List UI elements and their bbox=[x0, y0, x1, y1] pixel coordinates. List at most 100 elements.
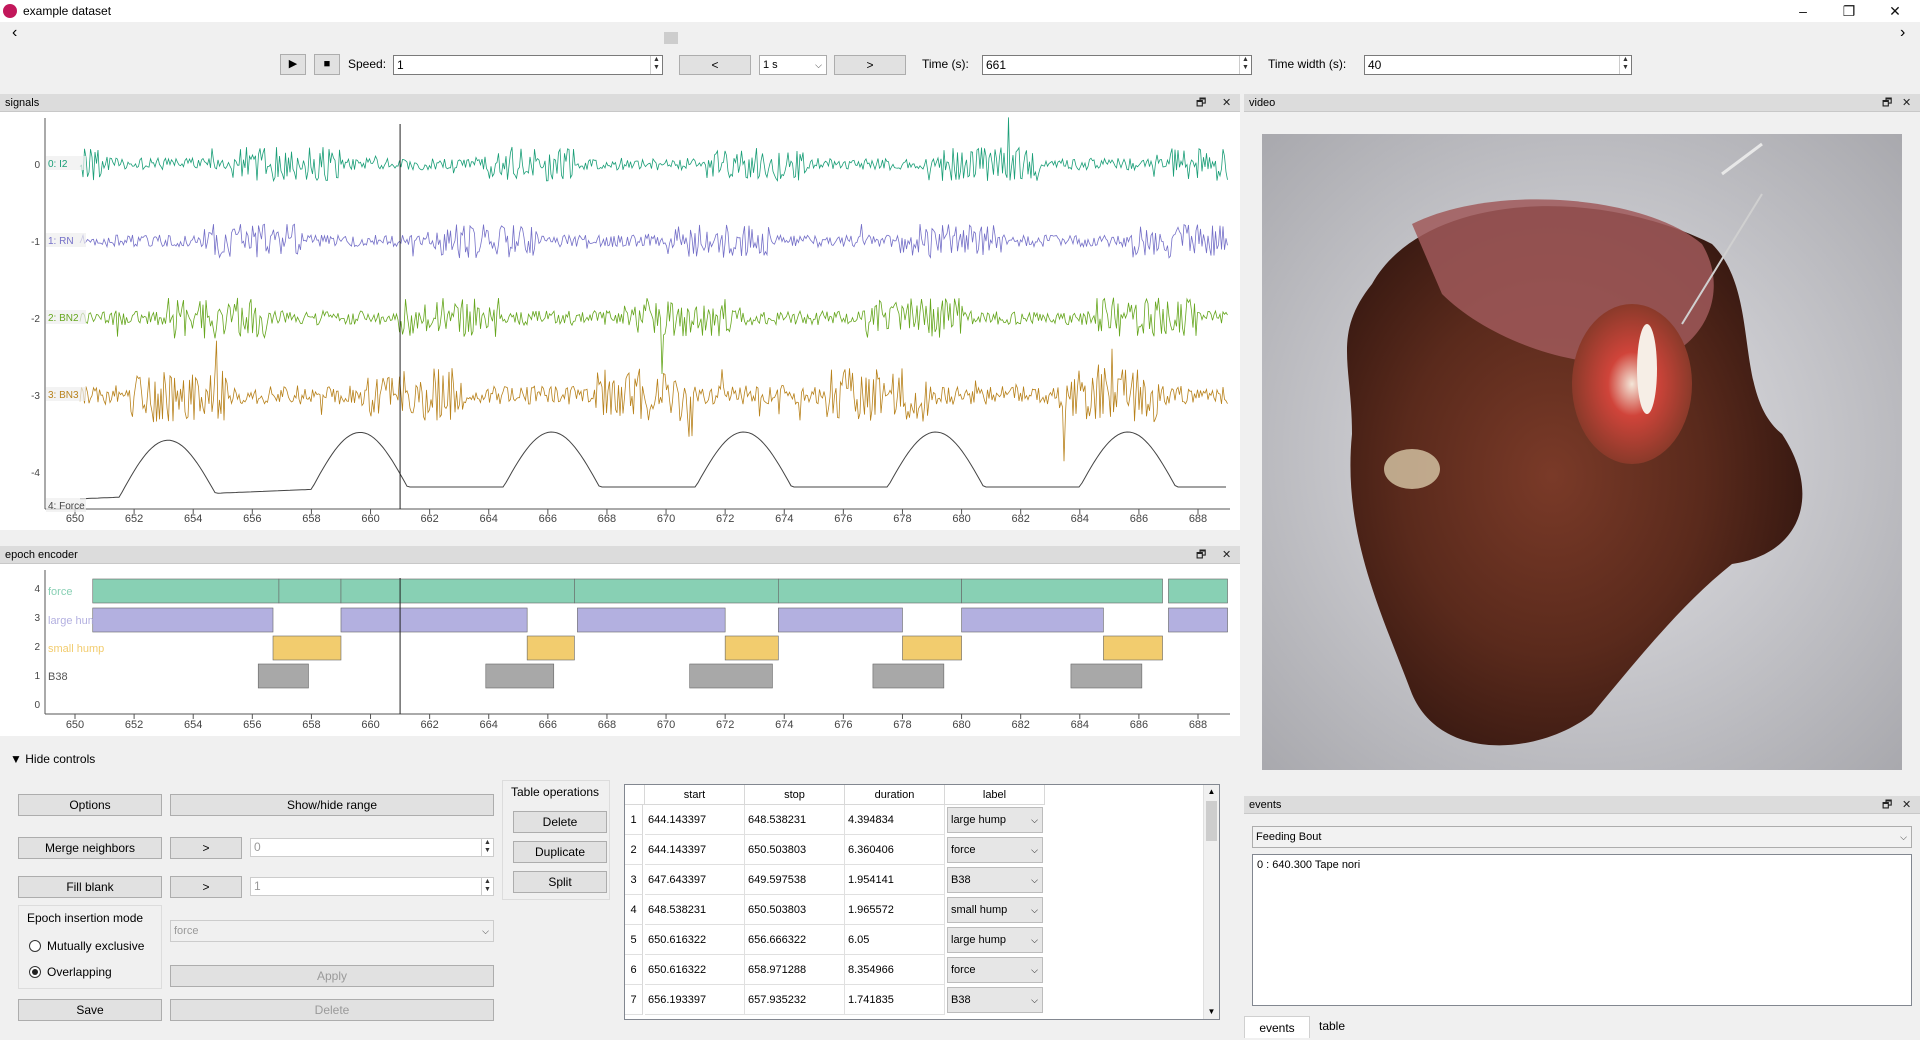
maximize-button[interactable]: ❐ bbox=[1826, 0, 1872, 22]
epoch-force[interactable] bbox=[1168, 578, 1228, 604]
cell-stop[interactable]: 650.503803 bbox=[745, 895, 845, 925]
nav-left-arrow-icon[interactable]: ‹ bbox=[12, 24, 17, 42]
epoch-small-hump[interactable] bbox=[1103, 635, 1163, 661]
epoch-encoder-area[interactable]: 4 3 2 1 0 650 652 654 656 658 660 662 664 666 668 670 67… bbox=[0, 564, 1240, 736]
epoch-label-select[interactable]: force ⌵ bbox=[170, 920, 494, 942]
time-slider-handle[interactable] bbox=[664, 32, 678, 44]
cell-start[interactable]: 650.616322 bbox=[645, 925, 745, 955]
epoch-large-hump[interactable] bbox=[577, 607, 726, 633]
epoch-small-hump[interactable] bbox=[272, 635, 342, 661]
epoch-B38[interactable] bbox=[1070, 663, 1143, 689]
cell-label-select[interactable]: small hump ⌵ bbox=[947, 897, 1043, 923]
event-type-select[interactable]: Feeding Bout ⌵ bbox=[1252, 826, 1912, 848]
cell-start[interactable]: 656.193397 bbox=[645, 985, 745, 1015]
epoch-force[interactable] bbox=[340, 578, 575, 604]
cell-stop[interactable]: 650.503803 bbox=[745, 835, 845, 865]
epoch-force[interactable] bbox=[778, 578, 962, 604]
table-scrollbar[interactable]: ▲ ▼ bbox=[1203, 785, 1219, 1019]
column-header-label[interactable]: label bbox=[945, 785, 1045, 805]
step-back-button[interactable]: < bbox=[679, 55, 751, 75]
cell-duration[interactable]: 6.05 bbox=[845, 925, 945, 955]
fill-threshold-spinner[interactable]: ▲ ▼ bbox=[481, 878, 493, 895]
cell-start[interactable]: 644.143397 bbox=[645, 835, 745, 865]
scroll-up-icon[interactable]: ▲ bbox=[1205, 787, 1218, 796]
duplicate-epoch-button[interactable]: Duplicate bbox=[513, 841, 607, 863]
row-header[interactable]: 4 bbox=[625, 895, 643, 925]
epoch-large-hump[interactable] bbox=[778, 607, 903, 633]
row-header[interactable]: 6 bbox=[625, 955, 643, 985]
apply-button[interactable]: Apply bbox=[170, 965, 494, 987]
row-header[interactable]: 5 bbox=[625, 925, 643, 955]
signals-plot[interactable]: 0 -1 -2 -3 -4 650 652 654 656 658 660 662 664 666 668 6… bbox=[0, 112, 1240, 530]
close-icon[interactable]: ✕ bbox=[1222, 94, 1231, 112]
cell-label-select[interactable]: large hump ⌵ bbox=[947, 807, 1043, 833]
cell-duration[interactable]: 1.954141 bbox=[845, 865, 945, 895]
row-header[interactable]: 7 bbox=[625, 985, 643, 1015]
save-button[interactable]: Save bbox=[18, 999, 162, 1021]
cell-label-select[interactable]: B38 ⌵ bbox=[947, 987, 1043, 1013]
time-input[interactable]: 661 ▲ ▼ bbox=[982, 55, 1252, 75]
play-icon[interactable]: ▶ bbox=[280, 54, 306, 75]
speed-spinner[interactable]: ▲ ▼ bbox=[650, 56, 662, 74]
cell-start[interactable]: 650.616322 bbox=[645, 955, 745, 985]
row-header[interactable]: 2 bbox=[625, 835, 643, 865]
column-header-start[interactable]: start bbox=[645, 785, 745, 805]
cell-start[interactable]: 644.143397 bbox=[645, 805, 745, 835]
merge-neighbors-button[interactable]: Merge neighbors bbox=[18, 837, 162, 859]
float-icon[interactable]: 🗗 bbox=[1196, 546, 1206, 564]
epoch-B38[interactable] bbox=[689, 663, 773, 689]
epoch-large-hump[interactable] bbox=[1168, 607, 1228, 633]
scroll-down-icon[interactable]: ▼ bbox=[1205, 1007, 1218, 1016]
cell-stop[interactable]: 658.971288 bbox=[745, 955, 845, 985]
tab-table[interactable]: table bbox=[1310, 1016, 1354, 1036]
cell-stop[interactable]: 648.538231 bbox=[745, 805, 845, 835]
fill-blank-button[interactable]: Fill blank bbox=[18, 876, 162, 898]
overlapping-radio[interactable] bbox=[29, 966, 41, 978]
epoch-table[interactable]: start stop duration label 1 644.143397 648… bbox=[624, 784, 1220, 1020]
epoch-large-hump[interactable] bbox=[961, 607, 1104, 633]
close-icon[interactable]: ✕ bbox=[1222, 546, 1231, 564]
row-header[interactable]: 1 bbox=[625, 805, 643, 835]
close-icon[interactable]: ✕ bbox=[1902, 94, 1911, 112]
cell-label-select[interactable]: large hump ⌵ bbox=[947, 927, 1043, 953]
options-button[interactable]: Options bbox=[18, 794, 162, 816]
epoch-large-hump[interactable] bbox=[340, 607, 528, 633]
float-icon[interactable]: 🗗 bbox=[1882, 796, 1892, 814]
epoch-B38[interactable] bbox=[485, 663, 555, 689]
signals-plot-area[interactable]: 0 -1 -2 -3 -4 650 652 654 656 658 660 662 664 666 668 6… bbox=[0, 112, 1240, 530]
cell-stop[interactable]: 657.935232 bbox=[745, 985, 845, 1015]
epoch-large-hump[interactable] bbox=[92, 607, 274, 633]
epoch-force[interactable] bbox=[574, 578, 779, 604]
epoch-force[interactable] bbox=[278, 578, 342, 604]
cell-label-select[interactable]: B38 ⌵ bbox=[947, 867, 1043, 893]
time-spinner[interactable]: ▲ ▼ bbox=[1239, 56, 1251, 74]
close-window-button[interactable]: ✕ bbox=[1872, 0, 1918, 22]
row-header[interactable]: 3 bbox=[625, 865, 643, 895]
epoch-small-hump[interactable] bbox=[724, 635, 779, 661]
merge-threshold-spinner[interactable]: ▲ ▼ bbox=[481, 839, 493, 856]
time-width-input[interactable]: 40 ▲ ▼ bbox=[1364, 55, 1632, 75]
tab-events[interactable]: events bbox=[1244, 1016, 1310, 1038]
event-list[interactable]: 0 : 640.300 Tape nori bbox=[1252, 854, 1912, 1006]
scrollbar-thumb[interactable] bbox=[1206, 801, 1217, 841]
cell-duration[interactable]: 8.354966 bbox=[845, 955, 945, 985]
speed-input[interactable]: 1 ▲ ▼ bbox=[393, 55, 663, 75]
column-header-duration[interactable]: duration bbox=[845, 785, 945, 805]
epoch-force[interactable] bbox=[92, 578, 280, 604]
merge-arrow-button[interactable]: > bbox=[170, 837, 242, 859]
fill-arrow-button[interactable]: > bbox=[170, 876, 242, 898]
cell-start[interactable]: 647.643397 bbox=[645, 865, 745, 895]
cell-label-select[interactable]: force ⌵ bbox=[947, 837, 1043, 863]
column-header-stop[interactable]: stop bbox=[745, 785, 845, 805]
minimize-button[interactable]: – bbox=[1780, 0, 1826, 22]
epoch-encoder-plot[interactable]: 4 3 2 1 0 650 652 654 656 658 660 662 664 666 668 670 67… bbox=[0, 564, 1240, 736]
epoch-B38[interactable] bbox=[872, 663, 945, 689]
show-hide-range-button[interactable]: Show/hide range bbox=[170, 794, 494, 816]
cell-duration[interactable]: 6.360406 bbox=[845, 835, 945, 865]
stop-icon[interactable]: ■ bbox=[314, 54, 340, 75]
delete-range-button[interactable]: Delete bbox=[170, 999, 494, 1021]
cell-label-select[interactable]: force ⌵ bbox=[947, 957, 1043, 983]
close-icon[interactable]: ✕ bbox=[1902, 796, 1911, 814]
float-icon[interactable]: 🗗 bbox=[1882, 94, 1892, 112]
step-size-select[interactable]: 1 s ⌵ bbox=[759, 55, 827, 75]
